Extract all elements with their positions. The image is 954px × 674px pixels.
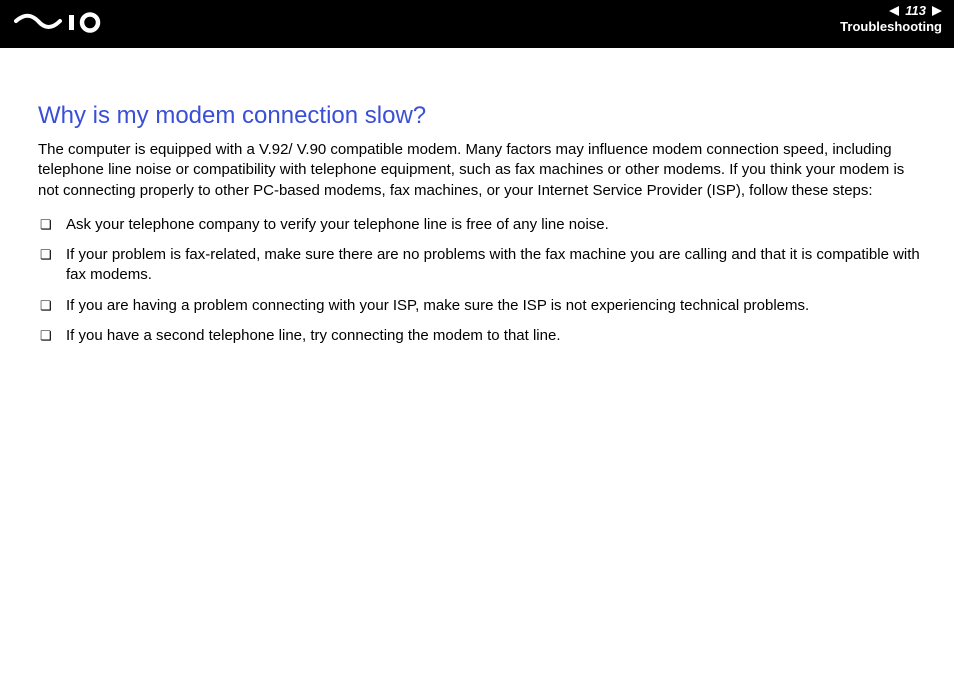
page-title: Why is my modem connection slow? [38, 102, 920, 130]
list-item: If you have a second telephone line, try… [40, 326, 920, 346]
intro-paragraph: The computer is equipped with a V.92/ V.… [38, 140, 920, 201]
header-nav: 113 Troubleshooting [840, 4, 942, 34]
page-number: 113 [905, 4, 926, 17]
list-item: Ask your telephone company to verify you… [40, 215, 920, 235]
steps-list: Ask your telephone company to verify you… [38, 215, 920, 346]
page-content: Why is my modem connection slow? The com… [0, 48, 954, 346]
header-bar: 113 Troubleshooting [0, 0, 954, 48]
page-nav: 113 [840, 4, 942, 17]
prev-page-icon[interactable] [889, 6, 899, 16]
section-label: Troubleshooting [840, 19, 942, 34]
vaio-logo [14, 6, 134, 42]
list-item: If you are having a problem connecting w… [40, 296, 920, 316]
next-page-icon[interactable] [932, 6, 942, 16]
list-item: If your problem is fax-related, make sur… [40, 245, 920, 286]
